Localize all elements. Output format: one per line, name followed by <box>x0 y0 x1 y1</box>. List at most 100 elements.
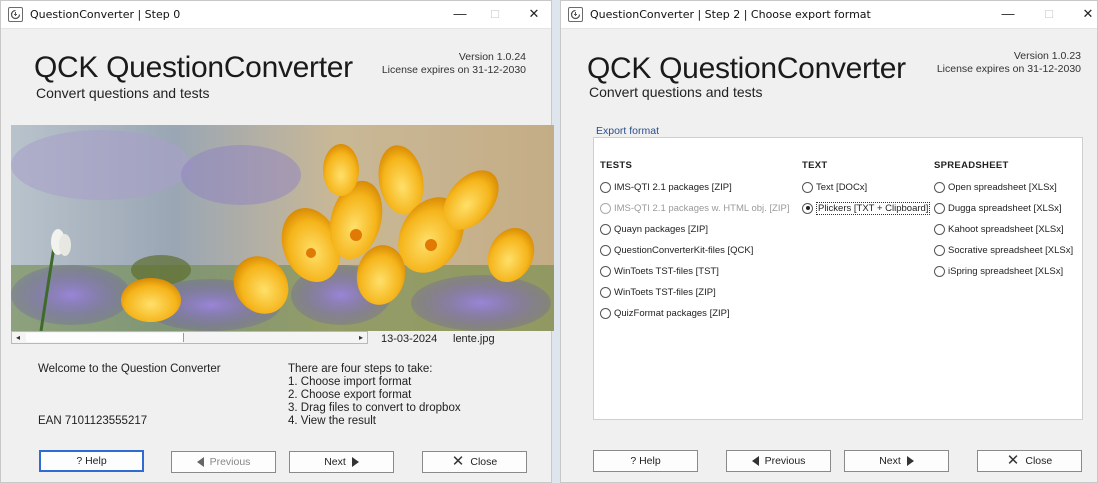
radio-option[interactable]: QuizFormat packages [ZIP] <box>600 306 730 320</box>
radio-button[interactable] <box>600 286 611 298</box>
close-x-icon: ✕ <box>1006 452 1020 469</box>
option-label: Open spreadsheet [XLSx] <box>948 181 1057 193</box>
radio-button <box>600 202 611 214</box>
radio-option-selected[interactable]: Plickers [TXT + Clipboard] <box>802 201 931 215</box>
previous-button[interactable]: Previous <box>726 450 831 472</box>
radio-button[interactable] <box>600 181 611 193</box>
image-filename: lente.jpg <box>453 333 495 345</box>
radio-button[interactable] <box>600 244 611 256</box>
maximize-icon[interactable]: □ <box>1039 5 1059 23</box>
step-item: 3. Drag files to convert to dropbox <box>288 402 461 414</box>
radio-option[interactable]: Text [DOCx] <box>802 180 867 194</box>
close-button[interactable]: ✕ Close <box>977 450 1082 472</box>
version-label: Version 1.0.24 <box>458 51 526 63</box>
radio-option[interactable]: IMS-QTI 2.1 packages [ZIP] <box>600 180 732 194</box>
export-format-title: Export format <box>596 125 660 137</box>
close-window-icon[interactable]: ✕ <box>1078 5 1098 23</box>
radio-option[interactable]: QuestionConverterKit-files [QCK] <box>600 243 753 257</box>
option-label: Plickers [TXT + Clipboard] <box>816 201 931 215</box>
radio-option[interactable]: Open spreadsheet [XLSx] <box>934 180 1057 194</box>
close-button-label: Close <box>1025 455 1053 467</box>
minimize-icon[interactable]: — <box>998 5 1018 23</box>
radio-button[interactable] <box>934 181 945 193</box>
radio-button[interactable] <box>934 202 945 214</box>
previous-button-label: Previous <box>764 455 806 467</box>
close-x-icon: ✕ <box>451 453 465 470</box>
radio-button[interactable] <box>600 223 611 235</box>
ean-code: EAN 7101123555217 <box>38 415 148 427</box>
step-item: 2. Choose export format <box>288 389 412 401</box>
option-label: IMS-QTI 2.1 packages [ZIP] <box>614 181 732 193</box>
scroll-left-icon[interactable]: ◂ <box>12 332 24 343</box>
radio-option[interactable]: WinToets TST-files [ZIP] <box>600 285 716 299</box>
radio-option[interactable]: Kahoot spreadsheet [XLSx] <box>934 222 1064 236</box>
radio-option[interactable]: Socrative spreadsheet [XLSx] <box>934 243 1073 257</box>
brand-subtitle: Convert questions and tests <box>589 84 763 100</box>
arrow-right-icon <box>906 456 914 466</box>
version-label: Version 1.0.23 <box>1013 50 1081 62</box>
step-item: 1. Choose import format <box>288 376 412 388</box>
app-icon <box>568 7 583 22</box>
option-label: WinToets TST-files [ZIP] <box>614 286 716 298</box>
option-label: Quayn packages [ZIP] <box>614 223 708 235</box>
next-button-label: Next <box>324 456 346 468</box>
option-label: IMS-QTI 2.1 packages w. HTML obj. [ZIP] <box>614 202 790 214</box>
maximize-icon[interactable]: □ <box>485 5 505 23</box>
scroll-right-icon[interactable]: ▸ <box>355 332 367 343</box>
option-label: QuestionConverterKit-files [QCK] <box>614 244 754 256</box>
next-button[interactable]: Next <box>844 450 949 472</box>
brand-title: QCK QuestionConverter <box>34 51 353 84</box>
image-date: 13-03-2024 <box>381 333 438 345</box>
radio-option[interactable]: WinToets TST-files [TST] <box>600 264 719 278</box>
radio-option: IMS-QTI 2.1 packages w. HTML obj. [ZIP] <box>600 201 789 215</box>
radio-button[interactable] <box>802 181 813 193</box>
step-item: 4. View the result <box>288 415 377 427</box>
license-label: License expires on 31-12-2030 <box>381 64 526 76</box>
option-label: QuizFormat packages [ZIP] <box>614 307 730 319</box>
window-title: QuestionConverter | Step 2 | Choose expo… <box>590 8 871 21</box>
help-button-label: ? Help <box>76 455 107 467</box>
scroll-thumb[interactable] <box>26 333 184 342</box>
spreadsheet-heading: SPREADSHEET <box>934 160 1009 171</box>
arrow-right-icon <box>351 457 359 467</box>
license-label: License expires on 31-12-2030 <box>936 63 1081 75</box>
tests-heading: TESTS <box>600 160 633 171</box>
window-title: QuestionConverter | Step 0 <box>30 8 181 21</box>
steps-intro: There are four steps to take: <box>288 363 433 375</box>
radio-button[interactable] <box>934 223 945 235</box>
option-label: Socrative spreadsheet [XLSx] <box>948 244 1074 256</box>
previous-button-label: Previous <box>209 456 251 468</box>
next-button-label: Next <box>879 455 901 467</box>
arrow-left-icon <box>751 456 759 466</box>
image-scrollbar[interactable]: ◂ ▸ <box>11 331 368 344</box>
close-window-icon[interactable]: ✕ <box>524 5 544 23</box>
radio-button[interactable] <box>934 265 945 277</box>
option-label: Text [DOCx] <box>816 181 868 193</box>
text-heading: TEXT <box>802 160 828 171</box>
radio-option[interactable]: iSpring spreadsheet [XLSx] <box>934 264 1063 278</box>
radio-button[interactable] <box>934 244 945 256</box>
option-label: Dugga spreadsheet [XLSx] <box>948 202 1062 214</box>
previous-button[interactable]: Previous <box>171 451 276 473</box>
minimize-icon[interactable]: — <box>450 5 470 23</box>
title-bar[interactable]: QuestionConverter | Step 2 | Choose expo… <box>561 1 1097 29</box>
radio-button[interactable] <box>600 265 611 277</box>
radio-button[interactable] <box>600 307 611 319</box>
help-button[interactable]: ? Help <box>39 450 144 472</box>
brand-subtitle: Convert questions and tests <box>36 85 210 101</box>
radio-option[interactable]: Dugga spreadsheet [XLSx] <box>934 201 1062 215</box>
app-icon <box>8 7 23 22</box>
radio-button-checked[interactable] <box>802 202 813 214</box>
step0-window: QuestionConverter | Step 0 — □ ✕ QCK Que… <box>0 0 554 483</box>
title-bar[interactable]: QuestionConverter | Step 0 — □ ✕ <box>1 1 551 29</box>
close-button[interactable]: ✕ Close <box>422 451 527 473</box>
close-button-label: Close <box>470 456 498 468</box>
radio-option[interactable]: Quayn packages [ZIP] <box>600 222 708 236</box>
help-button[interactable]: ? Help <box>593 450 698 472</box>
spring-flowers-image <box>11 125 554 331</box>
option-label: iSpring spreadsheet [XLSx] <box>948 265 1064 277</box>
welcome-text: Welcome to the Question Converter <box>38 363 221 375</box>
next-button[interactable]: Next <box>289 451 394 473</box>
help-button-label: ? Help <box>630 455 661 467</box>
arrow-left-icon <box>196 457 204 467</box>
